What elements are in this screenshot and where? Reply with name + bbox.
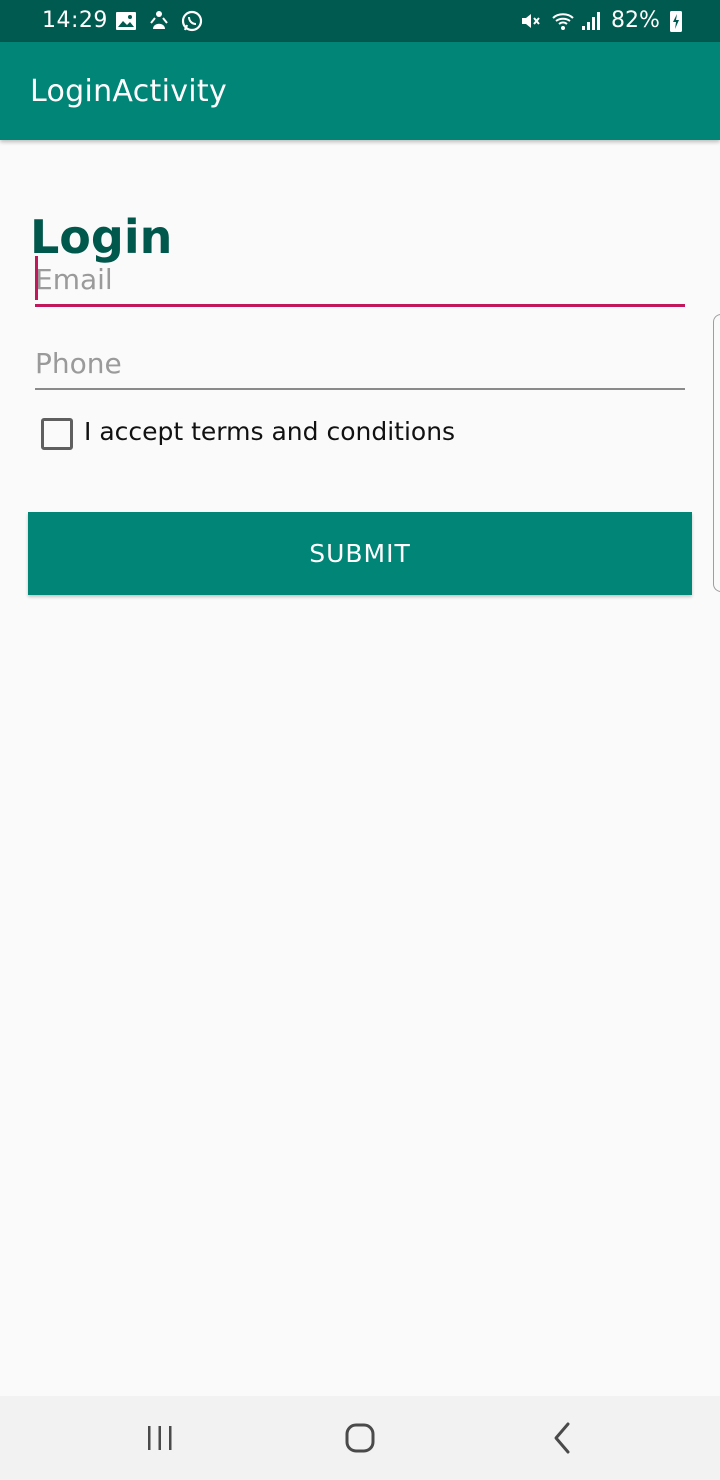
whatsapp-icon — [181, 10, 203, 32]
terms-label[interactable]: I accept terms and conditions — [84, 414, 455, 450]
battery-percentage: 82% — [611, 8, 660, 33]
terms-checkbox[interactable] — [41, 418, 73, 450]
battery-charging-icon — [670, 11, 682, 32]
person-notification-icon — [150, 11, 168, 29]
status-time: 14:29 — [42, 8, 108, 33]
home-icon[interactable] — [338, 1416, 382, 1460]
edge-panel-handle[interactable] — [713, 314, 720, 592]
mute-icon — [522, 14, 540, 28]
phone-field[interactable] — [35, 338, 685, 390]
email-field[interactable] — [35, 254, 685, 307]
back-icon[interactable] — [540, 1416, 584, 1460]
app-title: LoginActivity — [30, 74, 228, 109]
navigation-bar — [0, 1396, 720, 1480]
image-icon — [116, 12, 136, 30]
status-bar: 14:29 82% — [0, 0, 720, 42]
recent-apps-icon[interactable] — [138, 1416, 182, 1460]
app-bar: LoginActivity — [0, 42, 720, 140]
signal-icon — [582, 12, 600, 30]
text-cursor — [35, 256, 38, 300]
wifi-icon — [552, 13, 574, 30]
submit-button[interactable]: SUBMIT — [28, 512, 692, 595]
